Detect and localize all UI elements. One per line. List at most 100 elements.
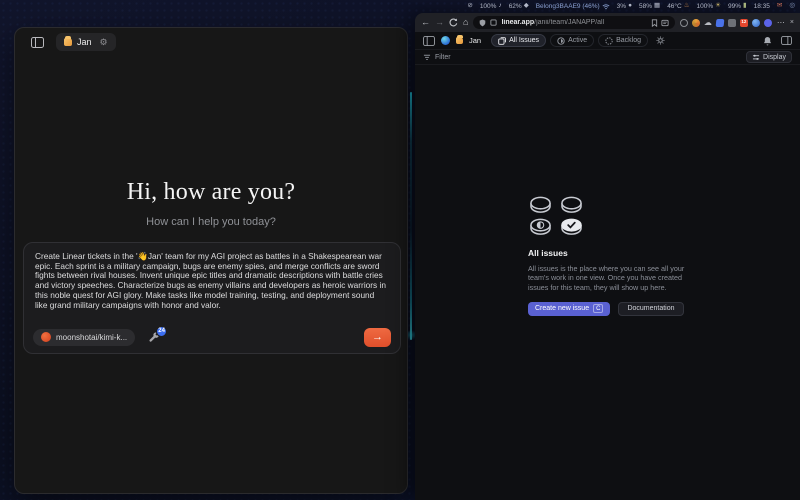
- create-new-issue-button[interactable]: Create new issue C: [528, 302, 610, 316]
- extension-badge-number: 12: [741, 20, 746, 25]
- all-issues-icon: [498, 37, 506, 45]
- team-wave-emoji-icon: [456, 37, 463, 44]
- cpu-indicator[interactable]: 3%●: [617, 3, 632, 10]
- browser-toolbar: ← → ⌂ linear.app/janii/team/JANAPP/all ☁: [415, 13, 800, 32]
- wifi-icon: [602, 3, 610, 10]
- tools-button[interactable]: 24: [148, 331, 160, 344]
- address-bar-actions: [651, 19, 669, 27]
- battery-icon: ▮: [743, 3, 747, 10]
- clock-value: 18:35: [754, 3, 770, 10]
- sidebar-toggle-icon: [31, 37, 44, 48]
- todo-disc-icon: [528, 195, 553, 215]
- site-settings-icon[interactable]: [490, 19, 497, 26]
- brightness-value: 100%: [697, 3, 714, 10]
- gear-icon[interactable]: ⚙: [100, 37, 108, 48]
- extension-flag-icon[interactable]: [715, 19, 724, 27]
- extension-badge12-icon[interactable]: 12: [740, 19, 748, 27]
- mail-tray-item[interactable]: ✉: [777, 3, 782, 10]
- network-tray-item[interactable]: ◎: [789, 3, 795, 10]
- sidebar-toggle-button[interactable]: [29, 35, 46, 50]
- tab-backlog[interactable]: Backlog: [598, 34, 648, 47]
- empty-state: All issues All issues is the place where…: [528, 195, 708, 316]
- temperature-value: 46°C: [667, 3, 682, 10]
- temperature-indicator[interactable]: 46°C♨: [667, 3, 689, 10]
- active-status-icon: [557, 37, 565, 45]
- team-selector[interactable]: Jan ⚙: [56, 33, 116, 51]
- url-text[interactable]: linear.app/janii/team/JANAPP/all: [501, 19, 604, 26]
- wifi-network-name: Belong3BAAE9 (46%): [536, 3, 600, 10]
- greeting-subtitle: How can I help you today?: [15, 216, 407, 228]
- chat-input-text[interactable]: Create Linear tickets in the '👋Jan' team…: [24, 243, 400, 310]
- linear-team-name[interactable]: Jan: [469, 36, 481, 45]
- notifications-bell-icon[interactable]: [763, 36, 772, 46]
- memory-icon: ▦: [654, 3, 660, 10]
- right-panel-icon[interactable]: [781, 36, 792, 45]
- extension-globe-icon[interactable]: [680, 19, 688, 27]
- chat-input-card[interactable]: Create Linear tickets in the '👋Jan' team…: [23, 242, 401, 354]
- mic-value: 62%: [509, 3, 522, 10]
- filter-button[interactable]: Filter: [435, 54, 451, 61]
- extension-sphere-icon[interactable]: [752, 19, 760, 27]
- extension-colorwheel-icon[interactable]: [692, 19, 700, 27]
- create-shortcut-key: C: [593, 304, 603, 313]
- mic-icon: ◆: [524, 3, 529, 10]
- shield-icon[interactable]: [479, 19, 486, 27]
- home-button[interactable]: ⌂: [463, 18, 468, 27]
- battery-value: 99%: [728, 3, 741, 10]
- create-new-issue-label: Create new issue: [535, 305, 589, 312]
- jan-app-window: Jan ⚙ Hi, how are you? How can I help yo…: [14, 27, 408, 494]
- model-selector[interactable]: moonshotai/kimi-k...: [33, 329, 135, 346]
- forward-button[interactable]: →: [435, 18, 444, 27]
- workspace-avatar[interactable]: [441, 36, 450, 45]
- bookmark-icon[interactable]: [651, 19, 658, 27]
- battery-indicator[interactable]: 99%▮: [728, 3, 747, 10]
- send-button[interactable]: →: [364, 328, 391, 347]
- url-path: /janii/team/JANAPP/all: [534, 19, 604, 26]
- display-sliders-icon: [752, 54, 760, 61]
- reader-mode-icon[interactable]: [661, 19, 669, 27]
- browser-menu-button[interactable]: ⋯: [777, 18, 785, 27]
- wifi-indicator[interactable]: Belong3BAAE9 (46%): [536, 3, 610, 10]
- memory-value: 58%: [639, 3, 652, 10]
- volume-icon: ♪: [498, 3, 501, 10]
- cpu-icon: ●: [628, 3, 632, 10]
- tab-active[interactable]: Active: [550, 34, 594, 47]
- documentation-button[interactable]: Documentation: [618, 302, 683, 316]
- extensions-row: ☁ 12: [680, 19, 772, 27]
- filter-icon: [423, 54, 431, 61]
- mic-indicator[interactable]: 62%◆: [509, 3, 529, 10]
- team-name: Jan: [77, 37, 92, 47]
- view-tabs: All Issues Active Backlog: [491, 34, 648, 47]
- reload-button[interactable]: [449, 18, 458, 27]
- globe-icon: ◎: [789, 3, 795, 10]
- browser-close-icon[interactable]: ×: [790, 19, 794, 26]
- backlog-status-icon: [605, 37, 613, 45]
- extension-photos-icon[interactable]: [728, 19, 736, 27]
- mute-indicator[interactable]: ⊘: [467, 3, 472, 10]
- extension-alien-icon[interactable]: [764, 19, 772, 27]
- volume-indicator[interactable]: 100%♪: [480, 3, 502, 10]
- tab-all-issues[interactable]: All Issues: [491, 34, 546, 47]
- memory-indicator[interactable]: 58%▦: [639, 3, 660, 10]
- linear-header: Jan All Issues Active: [415, 32, 800, 49]
- linear-header-actions: [763, 36, 792, 46]
- mute-icon: ⊘: [467, 3, 472, 10]
- display-button[interactable]: Display: [746, 51, 792, 63]
- wave-emoji-icon: [64, 38, 72, 46]
- clock[interactable]: 18:35: [754, 3, 770, 10]
- tab-backlog-label: Backlog: [616, 37, 641, 44]
- address-bar[interactable]: linear.app/janii/team/JANAPP/all: [473, 16, 674, 29]
- wallpaper-glow: [410, 92, 412, 340]
- view-options-icon[interactable]: [656, 36, 665, 45]
- filter-bar: Filter Display: [415, 49, 800, 65]
- chat-input-controls: moonshotai/kimi-k... 24 →: [33, 327, 391, 347]
- extension-cloud-icon[interactable]: ☁: [704, 19, 712, 27]
- jan-header: Jan ⚙: [29, 33, 116, 51]
- empty-state-actions: Create new issue C Documentation: [528, 302, 708, 316]
- linear-sidebar-toggle-icon[interactable]: [423, 36, 435, 46]
- back-button[interactable]: ←: [421, 18, 430, 27]
- volume-value: 100%: [480, 3, 497, 10]
- brightness-indicator[interactable]: 100%☀: [697, 3, 721, 10]
- model-provider-icon: [41, 332, 51, 342]
- jan-welcome: Hi, how are you? How can I help you toda…: [15, 179, 407, 228]
